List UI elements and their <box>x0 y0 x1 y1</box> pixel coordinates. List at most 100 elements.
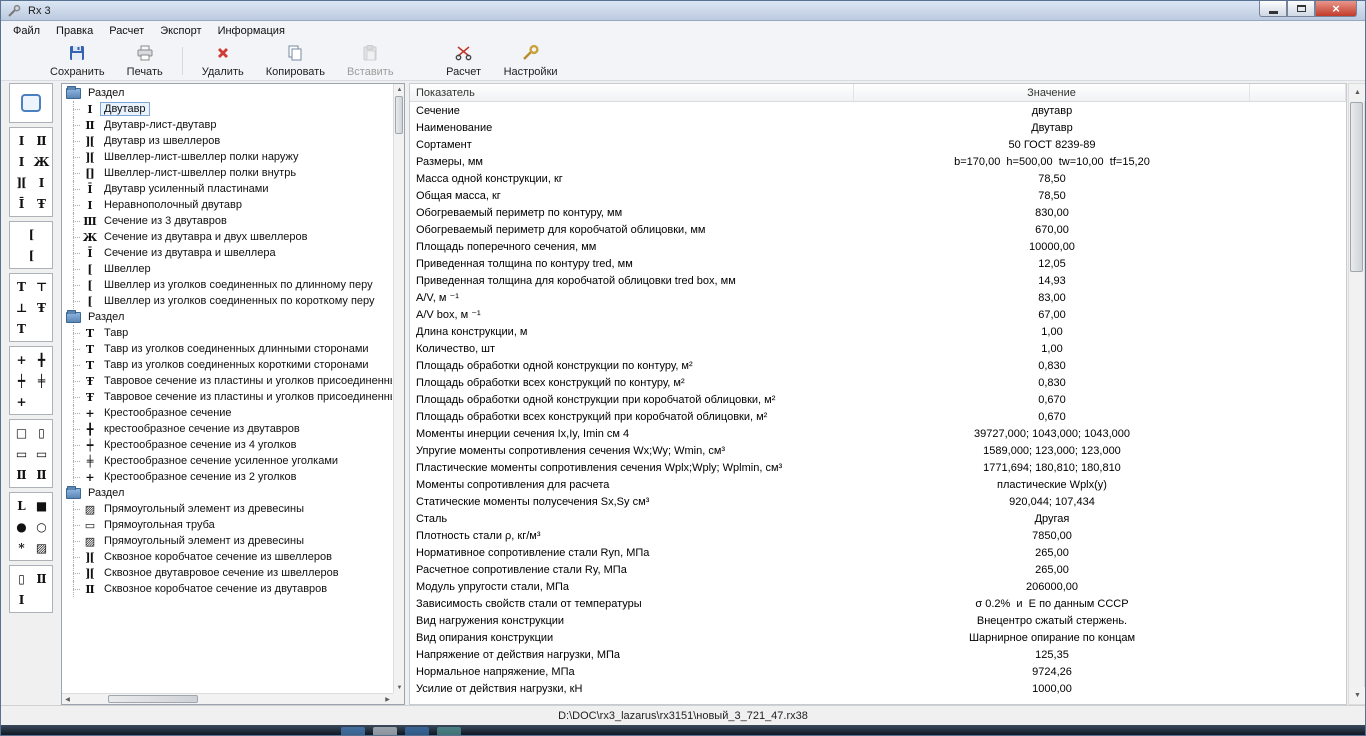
scroll-up-icon[interactable]: ▲ <box>1349 84 1365 101</box>
table-row[interactable]: Статические моменты полусечения Sx,Sy см… <box>410 493 1346 510</box>
channel-section-icon[interactable]: [ <box>11 245 51 266</box>
tree-item[interactable]: ╪ Крестообразное сечение усиленное уголк… <box>62 453 392 469</box>
table-row[interactable]: Моменты сопротивления для расчета пласти… <box>410 476 1346 493</box>
tee-section-icon[interactable]: T <box>11 276 31 297</box>
tree-item[interactable]: [] Швеллер-лист-швеллер полки внутрь <box>62 165 392 181</box>
tree-item[interactable]: [ Швеллер из уголков соединенных по длин… <box>62 277 392 293</box>
table-row[interactable]: A/V box, м ⁻¹ 67,00 <box>410 306 1346 323</box>
ibeam-section-icon[interactable]: I <box>11 130 31 151</box>
tree-item[interactable]: T Тавр из уголков соединенных короткими … <box>62 357 392 373</box>
table-row[interactable]: Напряжение от действия нагрузки, МПа 125… <box>410 646 1346 663</box>
tree-item[interactable]: ][ Сквозное коробчатое сечение из швелле… <box>62 549 392 565</box>
table-row[interactable]: Вид опирания конструкции Шарнирное опира… <box>410 629 1346 646</box>
taskbar-app-icon[interactable] <box>373 727 397 735</box>
tree-item[interactable]: Ŧ Тавровое сечение из пластины и уголков… <box>62 389 392 405</box>
tree-item[interactable]: II Сквозное коробчатое сечение из двутав… <box>62 581 392 597</box>
rect-section-icon[interactable]: ▭ <box>11 443 31 464</box>
misc-section-icon[interactable]: ▨ <box>31 537 51 558</box>
tree-item[interactable]: I Двутавр <box>62 101 392 117</box>
tree-item[interactable]: ▨ Прямоугольный элемент из древесины <box>62 533 392 549</box>
tree-vertical-scrollbar[interactable]: ▲ ▼ <box>393 84 404 693</box>
delete-button[interactable]: Удалить <box>193 41 253 81</box>
taskbar-app-icon[interactable] <box>437 727 461 735</box>
misc-section-icon[interactable]: L <box>11 495 31 516</box>
table-row[interactable]: Размеры, мм b=170,00 h=500,00 tw=10,00 t… <box>410 153 1346 170</box>
cross-section-icon[interactable]: ╋ <box>31 349 51 370</box>
ibeam-section-icon[interactable]: Ŧ <box>31 193 51 214</box>
channel-section-icon[interactable]: [ <box>11 224 51 245</box>
table-row[interactable]: Плотность стали ρ, кг/м³ 7850,00 <box>410 527 1346 544</box>
menu-item[interactable]: Информация <box>210 21 293 42</box>
table-row[interactable]: Площадь поперечного сечения, мм 10000,00 <box>410 238 1346 255</box>
rect-section-icon[interactable]: II <box>31 464 51 485</box>
copy-button[interactable]: Копировать <box>257 41 334 81</box>
misc-section-icon[interactable]: ○ <box>31 516 51 537</box>
rect-section-icon[interactable]: □ <box>11 422 31 443</box>
tree-item[interactable]: Ī Сечение из двутавра и швеллера <box>62 245 392 261</box>
taskbar-app-icon[interactable] <box>405 727 429 735</box>
ibeam-section-icon[interactable]: ][ <box>11 172 31 193</box>
table-row[interactable]: Площадь обработки всех конструкций по ко… <box>410 374 1346 391</box>
table-row[interactable]: Наименование Двутавр <box>410 119 1346 136</box>
composite-section-icon[interactable]: ▯ <box>11 568 31 589</box>
ibeam-section-icon[interactable]: II <box>31 130 51 151</box>
tree-item[interactable]: + Крестообразное сечение <box>62 405 392 421</box>
tree-item[interactable]: ▭ Прямоугольная труба <box>62 517 392 533</box>
rect-section-icon[interactable]: ▭ <box>31 443 51 464</box>
tee-section-icon[interactable]: T <box>11 318 31 339</box>
table-row[interactable]: Площадь обработки одной конструкции по к… <box>410 357 1346 374</box>
tree-item[interactable]: Раздел <box>62 485 392 501</box>
tree-item[interactable]: [ Швеллер <box>62 261 392 277</box>
table-row[interactable]: A/V, м ⁻¹ 83,00 <box>410 289 1346 306</box>
cross-section-icon[interactable]: ╪ <box>31 370 51 391</box>
tree-item[interactable]: Раздел <box>62 309 392 325</box>
cross-section-icon[interactable]: + <box>11 349 31 370</box>
table-row[interactable]: Обогреваемый периметр для коробчатой обл… <box>410 221 1346 238</box>
table-row[interactable]: Масса одной конструкции, кг 78,50 <box>410 170 1346 187</box>
windows-taskbar[interactable] <box>1 725 1365 735</box>
table-row[interactable]: Длина конструкции, м 1,00 <box>410 323 1346 340</box>
menu-item[interactable]: Правка <box>48 21 101 42</box>
table-row[interactable]: Упругие моменты сопротивления сечения Wx… <box>410 442 1346 459</box>
tree-item[interactable]: ][ Сквозное двутавровое сечение из швелл… <box>62 565 392 581</box>
table-row[interactable]: Нормативное сопротивление стали Ryn, МПа… <box>410 544 1346 561</box>
table-row[interactable]: Приведенная толщина по контуру tred, мм … <box>410 255 1346 272</box>
table-row[interactable]: Зависимость свойств стали от температуры… <box>410 595 1346 612</box>
tree-item[interactable]: Раздел <box>62 85 392 101</box>
close-button[interactable]: × <box>1315 1 1357 17</box>
tree-item[interactable]: [ Швеллер из уголков соединенных по коро… <box>62 293 392 309</box>
table-row[interactable]: Сталь Другая <box>410 510 1346 527</box>
composite-section-icon[interactable]: I <box>11 589 31 610</box>
calc-button[interactable]: Расчет <box>437 41 491 81</box>
rect-section-icon[interactable]: ▯ <box>31 422 51 443</box>
table-vscroll-thumb[interactable] <box>1350 102 1363 272</box>
table-row[interactable]: Моменты инерции сечения Ix,Iy, Imin см 4… <box>410 425 1346 442</box>
cross-section-icon[interactable]: ┿ <box>11 370 31 391</box>
misc-section-icon[interactable]: * <box>11 537 31 558</box>
table-row[interactable]: Площадь обработки всех конструкций при к… <box>410 408 1346 425</box>
ibeam-section-icon[interactable]: I <box>11 151 31 172</box>
tree-item[interactable]: II Двутавр-лист-двутавр <box>62 117 392 133</box>
table-row[interactable]: Общая масса, кг 78,50 <box>410 187 1346 204</box>
table-row[interactable]: Модуль упругости стали, МПа 206000,00 <box>410 578 1346 595</box>
table-row[interactable]: Сортамент 50 ГОСТ 8239-89 <box>410 136 1346 153</box>
tree-item[interactable]: ╋ крестообразное сечение из двутавров <box>62 421 392 437</box>
taskbar-app-icon[interactable] <box>341 727 365 735</box>
parameter-column-header[interactable]: Показатель <box>410 84 854 101</box>
save-button[interactable]: Сохранить <box>41 41 114 81</box>
menu-item[interactable]: Файл <box>5 21 48 42</box>
table-row[interactable]: Усилие от действия нагрузки, кН 1000,00 <box>410 680 1346 697</box>
scroll-left-icon[interactable]: ◀ <box>62 694 73 705</box>
value-column-header[interactable]: Значение <box>854 84 1250 101</box>
table-row[interactable]: Приведенная толщина для коробчатой облиц… <box>410 272 1346 289</box>
paste-button[interactable]: Вставить <box>338 41 403 81</box>
table-row[interactable]: Пластические моменты сопротивления сечен… <box>410 459 1346 476</box>
table-row[interactable]: Расчетное сопротивление стали Ry, МПа 26… <box>410 561 1346 578</box>
tree-item[interactable]: T Тавр из уголков соединенных длинными с… <box>62 341 392 357</box>
table-row[interactable]: Вид нагружения конструкции Внецентро сжа… <box>410 612 1346 629</box>
table-row[interactable]: Количество, шт 1,00 <box>410 340 1346 357</box>
ibeam-section-icon[interactable]: Ж <box>31 151 51 172</box>
menu-item[interactable]: Экспорт <box>152 21 209 42</box>
tree-item[interactable]: ┿ Крестообразное сечение из 4 уголков <box>62 437 392 453</box>
composite-section-icon[interactable]: II <box>31 568 51 589</box>
